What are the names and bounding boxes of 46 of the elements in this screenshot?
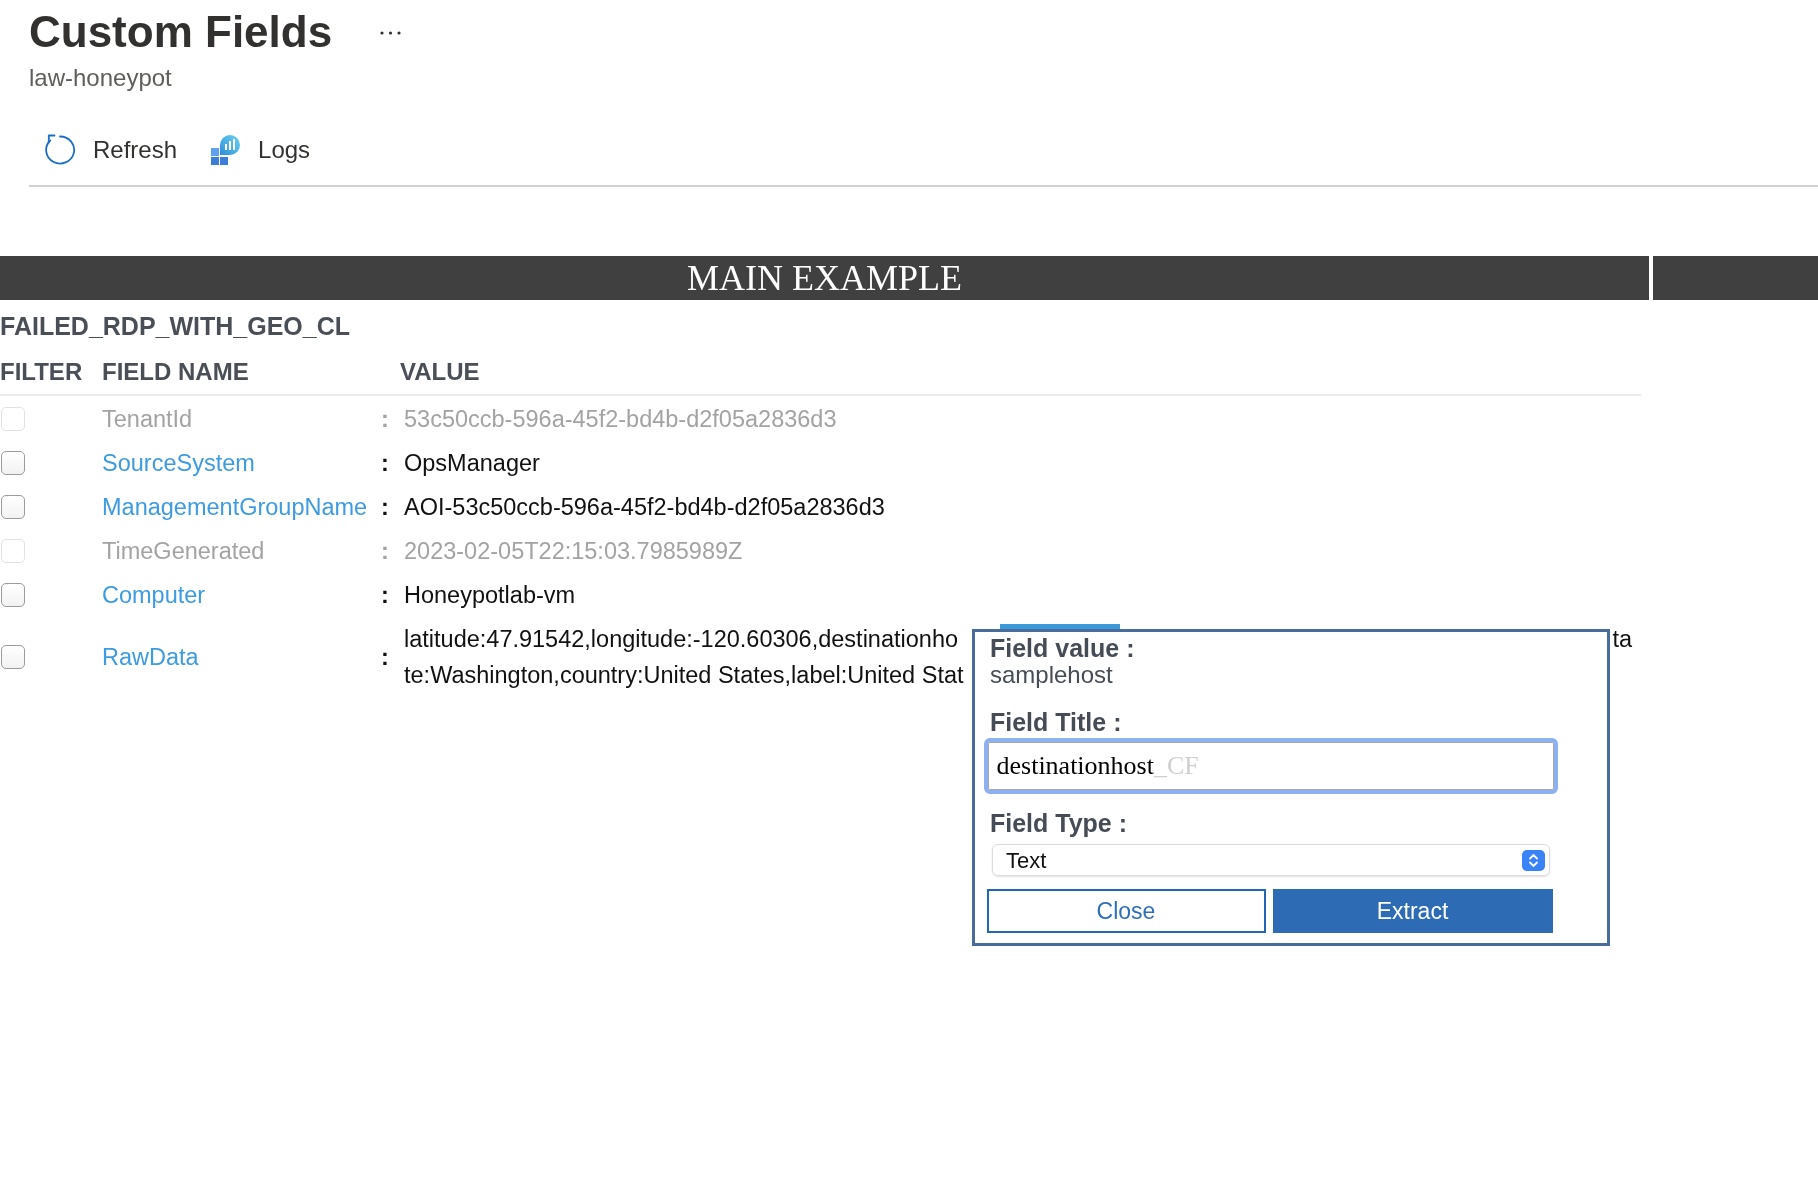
logs-button[interactable]: Logs: [207, 130, 315, 170]
ellipsis-icon: [380, 31, 402, 35]
filter-checkbox[interactable]: [1, 495, 25, 519]
page-title: Custom Fields: [29, 6, 333, 58]
field-value: 2023-02-05T22:15:03.7985989Z: [403, 537, 743, 566]
field-name-link[interactable]: Computer: [102, 580, 206, 610]
field-value: latitude:47.91542,longitude:-120.60306,destinationho: [404, 625, 959, 654]
column-header: FIELD NAME: [102, 357, 249, 387]
field-label: Field Title :: [990, 708, 1122, 736]
refresh-icon: [44, 134, 76, 166]
more-button[interactable]: [380, 31, 402, 35]
separator-text: :: [380, 405, 389, 434]
separator-text: :: [380, 581, 389, 610]
field-value: 53c50ccb-596a-45f2-bd4b-d2f05a2836d3: [403, 405, 837, 434]
field-label: Field Type :: [990, 809, 1128, 837]
field-value: Honeypotlab-vm: [403, 581, 576, 610]
field-value-text: samplehost: [990, 662, 1113, 688]
close-button[interactable]: Close: [986, 889, 1266, 933]
section-title: MAIN EXAMPLE: [687, 257, 962, 300]
refresh-button[interactable]: Refresh: [40, 130, 182, 170]
field-value: AOI-53c50ccb-596a-45f2-bd4b-d2f05a2836d3: [403, 493, 885, 522]
column-header: VALUE: [400, 357, 480, 387]
filter-checkbox[interactable]: [1, 451, 25, 475]
separator-text: :: [380, 537, 389, 566]
extract-button[interactable]: Extract: [1272, 889, 1553, 933]
separator-text: :: [380, 493, 389, 522]
field-value: ta: [1612, 625, 1632, 654]
page-subtitle: law-honeypot: [29, 64, 172, 92]
field-value: OpsManager: [403, 449, 540, 478]
filter-checkbox[interactable]: [1, 645, 25, 669]
field-label: Field value :: [990, 634, 1135, 662]
analytics-icon: [211, 135, 242, 165]
field-value: te:Washington,country:United States,label:United Stat: [404, 661, 964, 690]
column-header: FILTER: [0, 357, 83, 387]
separator-text: :: [380, 449, 389, 478]
filter-checkbox[interactable]: [1, 583, 25, 607]
field-name-link[interactable]: RawData: [102, 642, 199, 672]
field-name-link[interactable]: SourceSystem: [102, 448, 255, 478]
select-stepper-icon: [1522, 849, 1545, 871]
field-type-select[interactable]: Text: [992, 844, 1550, 876]
table-name: FAILED_RDP_WITH_GEO_CL: [0, 311, 351, 342]
field-name-text: TenantId: [102, 405, 193, 434]
separator-text: :: [380, 643, 389, 672]
field-name-link[interactable]: ManagementGroupName: [102, 492, 368, 522]
field-name-text: TimeGenerated: [102, 537, 265, 566]
field-title-input[interactable]: destinationhost_CF: [983, 738, 1558, 794]
